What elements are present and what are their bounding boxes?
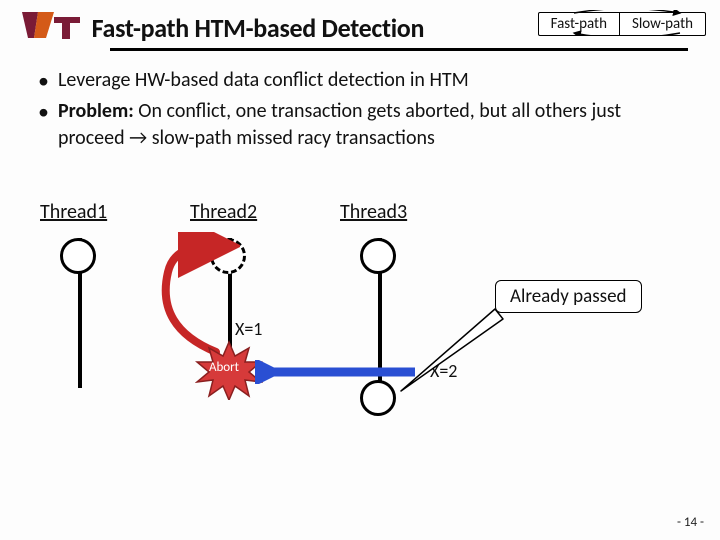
thread3-label: Thread3 bbox=[340, 200, 407, 224]
page-title: Fast-path HTM-based Detection bbox=[92, 12, 425, 44]
thread3-start-node bbox=[360, 238, 396, 274]
timeline-diagram: Thread1 Thread2 Thread3 X=1 Abort bbox=[0, 190, 720, 504]
abort-starburst: Abort bbox=[195, 340, 253, 396]
already-passed-callout: Already passed bbox=[495, 280, 642, 313]
bullet-1: Leverage HW-based data conflict detectio… bbox=[38, 67, 690, 94]
header: Fast-path HTM-based Detection Fast-path … bbox=[0, 0, 720, 53]
bullet-2: Problem: On conflict, one transaction ge… bbox=[38, 98, 690, 152]
bullet-2-lead: Problem: bbox=[58, 99, 134, 123]
legend-slow: Slow-path bbox=[619, 13, 705, 35]
thread1-label: Thread1 bbox=[40, 200, 107, 224]
thread2-label: Thread2 bbox=[190, 200, 257, 224]
title-underline bbox=[110, 48, 688, 51]
thread3-end-node bbox=[360, 380, 396, 416]
vt-logo-icon bbox=[20, 10, 82, 45]
bullet-1-text: Leverage HW-based data conflict detectio… bbox=[58, 68, 469, 92]
legend-box: Fast-path Slow-path bbox=[538, 12, 706, 36]
page-number: - 14 - bbox=[677, 515, 704, 530]
callout-tail-icon bbox=[395, 305, 505, 395]
legend-fast: Fast-path bbox=[539, 13, 619, 35]
abort-label: Abort bbox=[195, 360, 253, 375]
thread1-start-node bbox=[60, 238, 96, 274]
x1-label: X=1 bbox=[235, 318, 262, 340]
bullet-2-rest: On conflict, one transaction gets aborte… bbox=[58, 99, 621, 150]
bullet-list: Leverage HW-based data conflict detectio… bbox=[0, 53, 720, 152]
